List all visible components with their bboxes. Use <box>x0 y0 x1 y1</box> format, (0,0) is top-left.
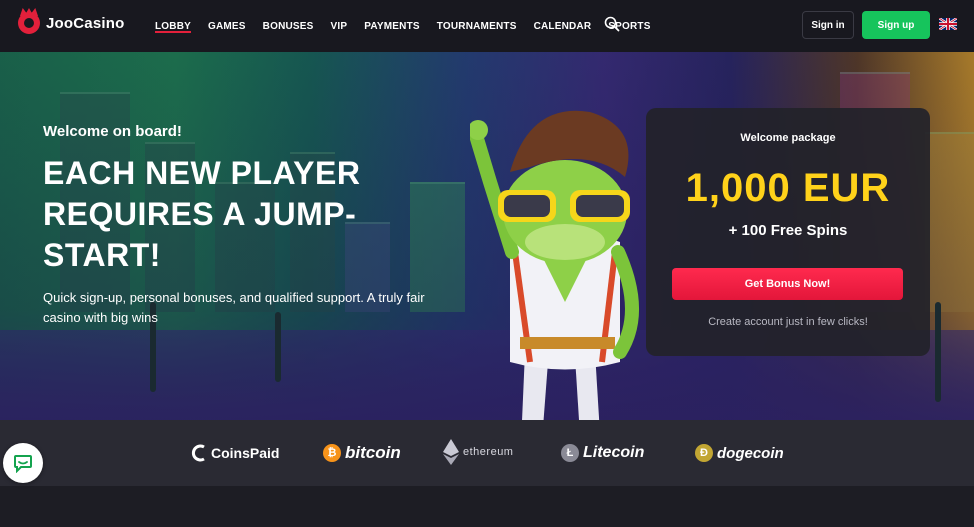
bonus-amount: 1,000 EUR <box>685 166 891 210</box>
dogecoin-logo: Ð dogecoin <box>695 442 784 464</box>
uk-flag-icon[interactable] <box>939 18 957 30</box>
palm-tree <box>935 302 941 402</box>
welcome-heading: Welcome on board! <box>43 123 182 140</box>
nav-item-payments[interactable]: PAYMENTS <box>364 0 420 52</box>
nav-item-vip[interactable]: VIP <box>331 0 348 52</box>
page: JooCasino LOBBY GAMES BONUSES VIP PAYMEN… <box>0 0 974 527</box>
headline-line-2: REQUIRES A JUMP- <box>43 196 357 232</box>
nav-item-games[interactable]: GAMES <box>208 0 246 52</box>
ethereum-icon <box>443 439 459 465</box>
litecoin-icon: Ł <box>561 444 579 462</box>
sign-in-button[interactable]: Sign in <box>802 11 854 39</box>
coinspaid-logo: CoinsPaid <box>191 442 279 464</box>
search-icon[interactable] <box>604 16 620 32</box>
litecoin-text: Litecoin <box>583 444 645 461</box>
payment-methods-strip: CoinsPaid ₿ bitcoin ethereum Ł Litecoin … <box>0 420 974 486</box>
bitcoin-icon: ₿ <box>323 444 341 462</box>
hero-headline: EACH NEW PLAYER REQUIRES A JUMP- START! <box>43 153 443 276</box>
hero-subtext: Quick sign-up, personal bonuses, and qua… <box>43 290 425 325</box>
nav-item-lobby[interactable]: LOBBY <box>155 0 191 52</box>
footer-area <box>0 486 974 527</box>
dogecoin-icon: Ð <box>695 444 713 462</box>
ethereum-text: ethereum <box>463 446 514 458</box>
litecoin-logo: Ł Litecoin <box>561 442 644 464</box>
welcome-bonus-card: Welcome package 1,000 EUR + 100 Free Spi… <box>646 108 930 356</box>
headline-line-3: START! <box>43 237 161 273</box>
chat-bubble-icon <box>14 455 32 473</box>
ethereum-logo: ethereum <box>443 438 513 466</box>
nav-item-tournaments[interactable]: TOURNAMENTS <box>437 0 517 52</box>
bitcoin-text: bitcoin <box>345 443 401 462</box>
nav-item-bonuses[interactable]: BONUSES <box>263 0 314 52</box>
nav-item-calendar[interactable]: CALENDAR <box>534 0 592 52</box>
crown-logo-icon <box>18 12 40 34</box>
bonus-package-label: Welcome package <box>740 132 836 144</box>
frog-mascot-illustration <box>470 110 639 420</box>
live-chat-button[interactable] <box>3 443 43 483</box>
main-nav: LOBBY GAMES BONUSES VIP PAYMENTS TOURNAM… <box>155 0 668 52</box>
bonus-free-spins: + 100 Free Spins <box>728 222 848 239</box>
coinspaid-text: CoinsPaid <box>211 445 280 461</box>
headline-line-1: EACH NEW PLAYER <box>43 155 361 191</box>
logo-text: JooCasino <box>46 14 125 32</box>
get-bonus-button[interactable]: Get Bonus Now! <box>672 268 903 300</box>
coinspaid-icon <box>191 444 205 462</box>
top-header: JooCasino LOBBY GAMES BONUSES VIP PAYMEN… <box>0 0 974 52</box>
logo[interactable]: JooCasino <box>18 12 124 34</box>
bonus-note: Create account just in few clicks! <box>708 316 868 328</box>
bitcoin-logo: ₿ bitcoin <box>323 442 401 464</box>
hero-banner: Welcome on board! EACH NEW PLAYER REQUIR… <box>0 52 974 420</box>
sign-up-button[interactable]: Sign up <box>862 11 930 39</box>
dogecoin-text: dogecoin <box>717 444 784 462</box>
